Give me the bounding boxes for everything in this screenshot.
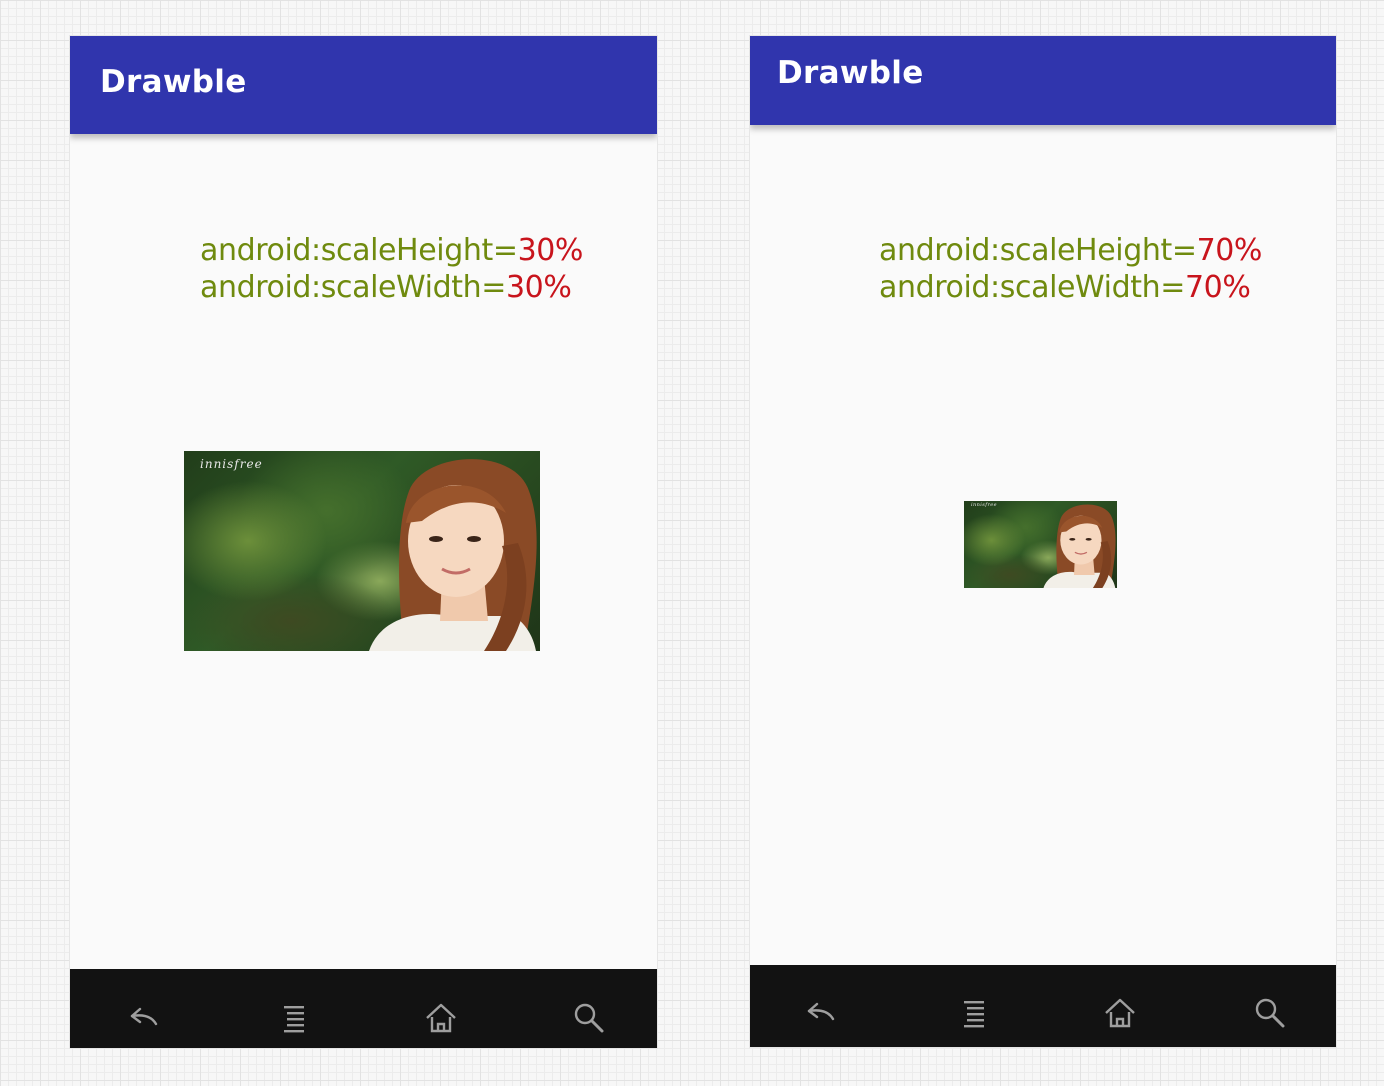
scale-height-line: android:scaleHeight=30%	[200, 232, 583, 269]
scale-height-key: android:scaleHeight=	[200, 233, 518, 268]
back-button[interactable]	[122, 996, 166, 1040]
portrait-illustration	[369, 459, 537, 651]
phone-screen-scale-30: Drawble android:scaleHeight=30% android:…	[70, 36, 657, 1048]
home-icon	[1105, 998, 1135, 1028]
scaled-photo: innisfree	[184, 451, 540, 651]
scaled-photo: innisfree	[964, 501, 1117, 588]
scale-height-value: 70%	[1196, 233, 1263, 268]
search-icon	[574, 1003, 604, 1033]
app-bar: Drawble	[750, 36, 1336, 125]
scale-width-key: android:scaleWidth=	[200, 270, 506, 305]
app-title: Drawble	[100, 64, 247, 100]
scale-width-line: android:scaleWidth=70%	[879, 269, 1262, 306]
back-button[interactable]	[799, 991, 843, 1035]
scale-height-line: android:scaleHeight=70%	[879, 232, 1262, 269]
scale-height-value: 30%	[517, 233, 584, 268]
scale-width-value: 70%	[1184, 270, 1251, 305]
menu-icon	[284, 1006, 304, 1033]
home-button[interactable]	[419, 996, 463, 1040]
home-icon	[426, 1003, 456, 1033]
scale-caption: android:scaleHeight=30% android:scaleWid…	[200, 232, 583, 306]
back-icon	[130, 1007, 158, 1026]
search-button[interactable]	[567, 996, 611, 1040]
portrait-illustration	[1043, 504, 1116, 588]
scale-height-key: android:scaleHeight=	[879, 233, 1197, 268]
scale-caption: android:scaleHeight=70% android:scaleWid…	[879, 232, 1262, 306]
app-bar: Drawble	[70, 36, 657, 134]
photo-watermark: innisfree	[200, 457, 263, 471]
back-icon	[807, 1002, 835, 1021]
scale-width-value: 30%	[505, 270, 572, 305]
menu-button[interactable]	[272, 996, 316, 1040]
photo-watermark: innisfree	[971, 502, 997, 508]
search-button[interactable]	[1248, 991, 1292, 1035]
menu-button[interactable]	[952, 991, 996, 1035]
scale-width-line: android:scaleWidth=30%	[200, 269, 583, 306]
phone-screen-scale-70: Drawble android:scaleHeight=70% android:…	[750, 36, 1336, 1047]
navigation-bar	[750, 965, 1336, 1047]
search-icon	[1255, 998, 1285, 1028]
app-title: Drawble	[777, 55, 924, 91]
menu-icon	[964, 1001, 984, 1028]
navigation-bar	[70, 969, 657, 1048]
scale-width-key: android:scaleWidth=	[879, 270, 1185, 305]
home-button[interactable]	[1098, 991, 1142, 1035]
